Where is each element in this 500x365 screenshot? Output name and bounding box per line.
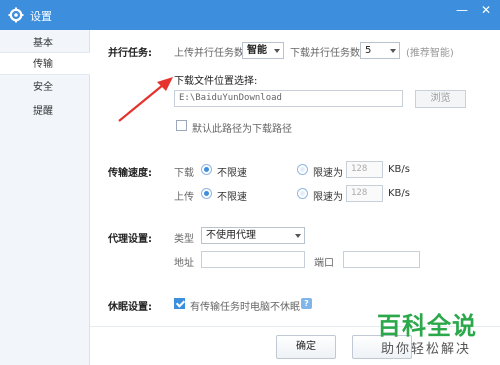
chevron-down-icon [274, 49, 280, 53]
upload-limit-unit: KB/s [388, 188, 410, 199]
watermark-brand: 百科全说 [377, 312, 477, 340]
download-parallel-hint: (推荐智能) [406, 48, 454, 59]
proxy-section-label: 代理设置: [108, 234, 152, 245]
download-path-input[interactable]: E:\BaiduYunDownload [174, 90, 403, 107]
browse-button[interactable]: 浏览 [415, 90, 466, 108]
no-sleep-label: 有传输任务时电脑不休眠 [190, 302, 300, 313]
window-title: 设置 [30, 10, 52, 23]
sleep-section-label: 休眠设置: [108, 302, 152, 313]
proxy-port-label: 端口 [314, 258, 334, 269]
upload-parallel-label: 上传并行任务数 [174, 48, 244, 59]
ok-button[interactable]: 确定 [276, 335, 336, 359]
upload-limit-radio[interactable] [297, 188, 308, 199]
speed-section-label: 传输速度: [108, 168, 152, 179]
parallel-section-label: 并行任务: [108, 48, 152, 59]
proxy-port-input[interactable] [343, 251, 420, 268]
download-parallel-select[interactable]: 5 [360, 42, 400, 59]
gear-icon [8, 7, 24, 23]
download-unlimited-radio[interactable] [201, 164, 212, 175]
download-parallel-label: 下载并行任务数 [290, 48, 360, 59]
close-button[interactable]: ✕ [474, 0, 498, 20]
upload-parallel-value: 智能 [247, 45, 267, 56]
upload-unlimited-radio[interactable] [201, 188, 212, 199]
settings-sidebar: 基本 传输 安全 提醒 [0, 30, 90, 365]
watermark: 百科全说 助你轻松解决 [363, 300, 500, 365]
upload-unlimited-label: 不限速 [217, 192, 247, 203]
download-unlimited-label: 不限速 [217, 168, 247, 179]
sidebar-item-reminder[interactable]: 提醒 [0, 100, 89, 123]
upload-speed-label: 上传 [174, 192, 194, 203]
upload-limit-label: 限速为 [313, 192, 343, 203]
upload-parallel-select[interactable]: 智能 [242, 42, 284, 59]
download-limit-radio[interactable] [297, 164, 308, 175]
download-speed-label: 下载 [174, 168, 194, 179]
download-parallel-value: 5 [365, 45, 372, 56]
download-limit-label: 限速为 [313, 168, 343, 179]
title-bar: 设置 — ✕ [0, 0, 500, 30]
minimize-button[interactable]: — [450, 0, 474, 20]
download-limit-unit: KB/s [388, 164, 410, 175]
help-icon[interactable]: ? [301, 298, 312, 309]
proxy-type-label: 类型 [174, 234, 194, 245]
watermark-tagline: 助你轻松解决 [381, 342, 472, 357]
proxy-address-label: 地址 [174, 258, 194, 269]
download-limit-input[interactable]: 128 [346, 161, 383, 178]
proxy-type-select[interactable]: 不使用代理 [201, 227, 305, 244]
no-sleep-checkbox[interactable] [174, 298, 185, 309]
proxy-address-input[interactable] [201, 251, 305, 268]
upload-limit-input[interactable]: 128 [346, 185, 383, 202]
default-path-label: 默认此路径为下载路径 [192, 124, 292, 135]
chevron-down-icon [390, 49, 396, 53]
chevron-down-icon [295, 234, 301, 238]
default-path-checkbox[interactable] [176, 120, 187, 131]
sidebar-item-security[interactable]: 安全 [0, 76, 89, 99]
download-location-label: 下载文件位置选择: [174, 76, 258, 87]
sidebar-item-transfer[interactable]: 传输 [0, 52, 90, 75]
proxy-type-value: 不使用代理 [206, 230, 256, 241]
